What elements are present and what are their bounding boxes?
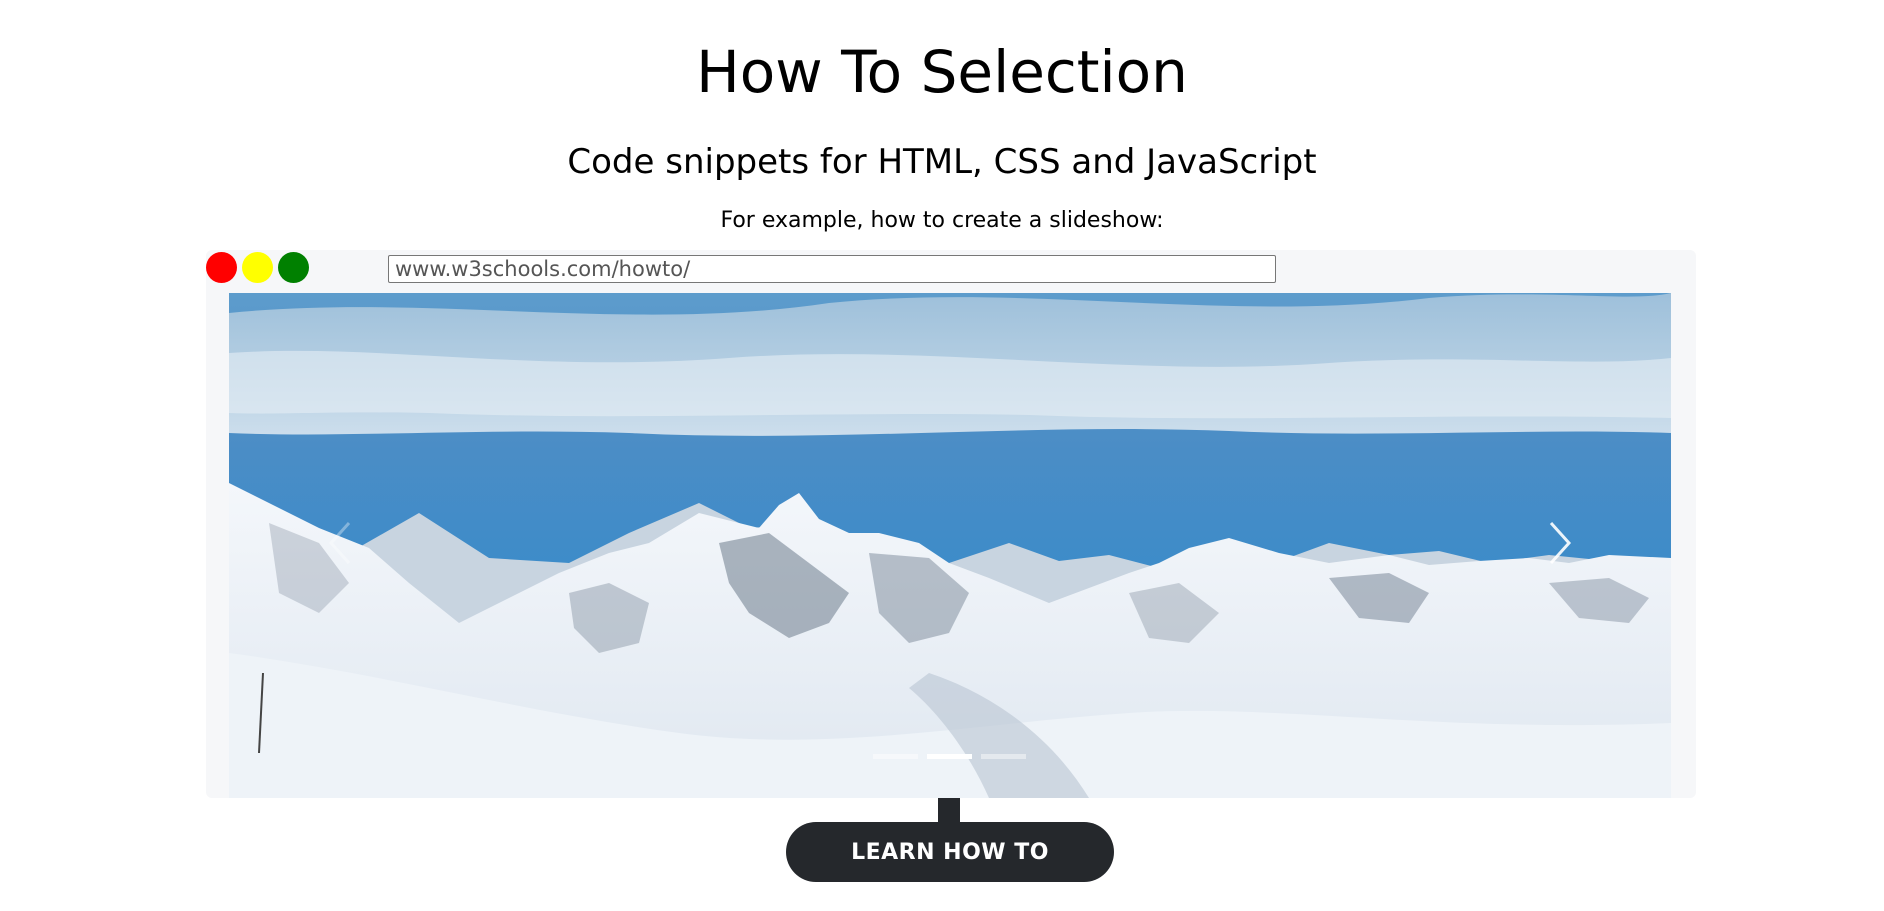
browser-mockup: [206, 250, 1696, 798]
cta-connector: [938, 798, 960, 824]
window-minimize-dot: [242, 252, 273, 283]
slideshow: [229, 293, 1671, 798]
learn-how-to-button[interactable]: LEARN HOW TO: [786, 822, 1114, 882]
slide-indicator-3[interactable]: [981, 754, 1026, 759]
slideshow-prev-button[interactable]: [319, 513, 359, 573]
chevron-left-icon: [328, 521, 351, 565]
address-bar-input[interactable]: [388, 255, 1276, 283]
page-subtitle: Code snippets for HTML, CSS and JavaScri…: [567, 142, 1317, 182]
slide-indicator-1[interactable]: [873, 754, 918, 759]
window-maximize-dot: [278, 252, 309, 283]
example-caption: For example, how to create a slideshow:: [720, 208, 1164, 233]
page: How To Selection Code snippets for HTML,…: [0, 0, 1884, 911]
slide-indicator-2[interactable]: [927, 754, 972, 759]
page-title: How To Selection: [696, 38, 1188, 106]
slideshow-next-button[interactable]: [1539, 513, 1579, 573]
slideshow-indicators: [873, 754, 1033, 764]
chevron-right-icon: [1549, 521, 1572, 565]
mountain-slide-image: [229, 293, 1671, 798]
window-close-dot: [206, 252, 237, 283]
